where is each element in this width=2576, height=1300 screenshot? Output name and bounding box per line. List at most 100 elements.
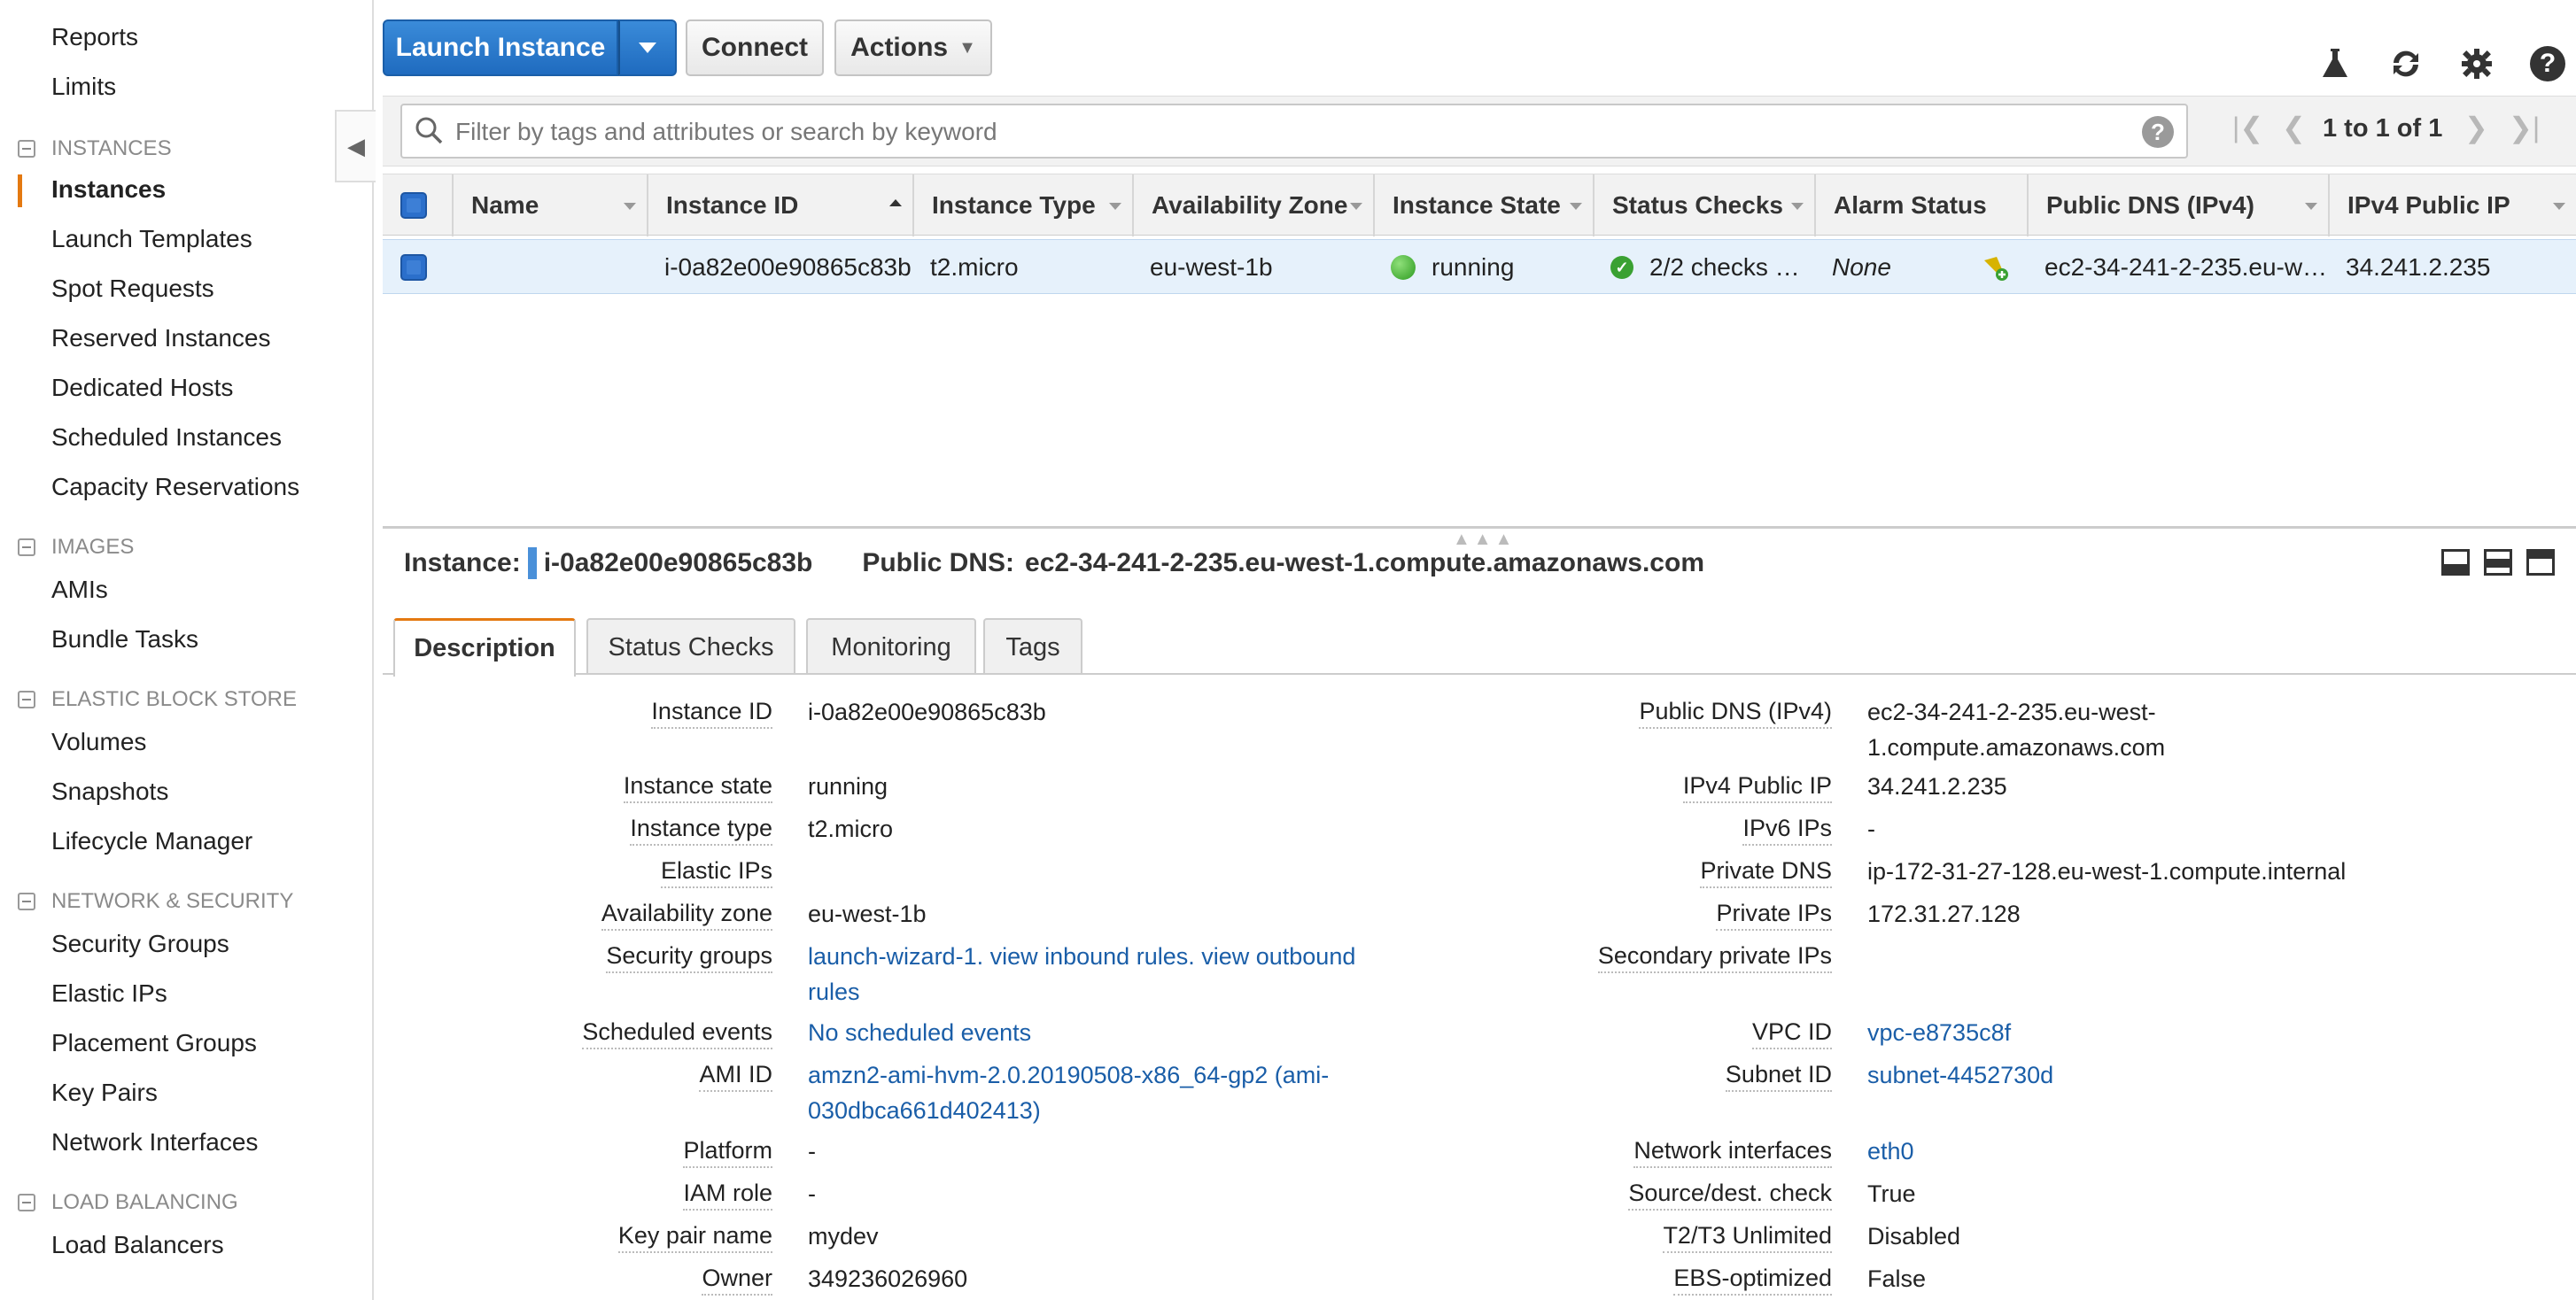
value-key-pair-name: mydev xyxy=(808,1223,879,1250)
sidebar-item-instances[interactable]: Instances xyxy=(51,175,166,204)
sidebar-item-load-balancers[interactable]: Load Balancers xyxy=(51,1231,224,1259)
label-owner: Owner xyxy=(702,1265,772,1296)
sidebar-section-network[interactable]: NETWORK & SECURITY xyxy=(18,889,293,914)
sidebar-item-reports[interactable]: Reports xyxy=(51,23,138,51)
value-platform: - xyxy=(808,1138,816,1165)
collapse-icon[interactable] xyxy=(18,1194,35,1211)
value-vpc-id[interactable]: vpc-e8735c8f xyxy=(1867,1015,2011,1050)
tab-status-checks[interactable]: Status Checks xyxy=(586,618,795,675)
tab-description[interactable]: Description xyxy=(393,618,576,677)
search-icon xyxy=(415,117,443,144)
first-page-icon[interactable]: |❮ xyxy=(2232,111,2263,144)
sidebar-item-capacity-reservations[interactable]: Capacity Reservations xyxy=(51,473,299,501)
value-ebs-optimized: False xyxy=(1867,1265,1927,1292)
column-status-checks[interactable]: Status Checks xyxy=(1593,174,1814,236)
sidebar-section-instances[interactable]: INSTANCES xyxy=(18,136,172,161)
row-checkbox[interactable] xyxy=(400,254,427,281)
sidebar-item-limits[interactable]: Limits xyxy=(51,73,116,101)
active-indicator xyxy=(18,174,22,207)
launch-instance-button[interactable]: Launch Instance xyxy=(383,19,618,76)
value-scheduled-events[interactable]: No scheduled events xyxy=(808,1015,1031,1050)
value-ami-id[interactable]: amzn2-ami-hvm-2.0.20190508-x86_64-gp2 (a… xyxy=(808,1057,1357,1128)
layout-bottom-icon[interactable] xyxy=(2441,549,2470,576)
sidebar-item-network-interfaces[interactable]: Network Interfaces xyxy=(51,1128,258,1157)
sidebar-item-lifecycle-manager[interactable]: Lifecycle Manager xyxy=(51,827,252,855)
help-icon[interactable]: ? xyxy=(2142,116,2174,148)
column-ipv4-public-ip[interactable]: IPv4 Public IP xyxy=(2328,174,2576,236)
gear-icon[interactable] xyxy=(2457,44,2496,83)
cell-status-checks: ✓ 2/2 checks … xyxy=(1610,240,1814,295)
value-network-interfaces[interactable]: eth0 xyxy=(1867,1134,1914,1169)
sidebar-item-scheduled-instances[interactable]: Scheduled Instances xyxy=(51,423,282,452)
sidebar-item-security-groups[interactable]: Security Groups xyxy=(51,930,229,958)
layout-top-icon[interactable] xyxy=(2526,549,2555,576)
value-instance-state: running xyxy=(808,773,888,800)
value-ipv4-public-ip: 34.241.2.235 xyxy=(1867,773,2007,800)
sidebar-section-images[interactable]: IMAGES xyxy=(18,535,134,560)
collapse-icon[interactable] xyxy=(18,538,35,556)
cell-instance-state: running xyxy=(1391,240,1593,295)
check-icon: ✓ xyxy=(1610,256,1633,279)
label-iam-role: IAM role xyxy=(683,1180,772,1211)
column-instance-state[interactable]: Instance State xyxy=(1373,174,1593,236)
sidebar-item-snapshots[interactable]: Snapshots xyxy=(51,778,168,806)
sidebar-section-load-balancing[interactable]: LOAD BALANCING xyxy=(18,1190,238,1215)
sidebar-item-bundle-tasks[interactable]: Bundle Tasks xyxy=(51,625,198,654)
label-instance-id: Instance ID xyxy=(651,698,772,729)
tab-tags[interactable]: Tags xyxy=(983,618,1082,675)
sidebar-item-amis[interactable]: AMIs xyxy=(51,576,108,604)
column-alarm-status[interactable]: Alarm Status xyxy=(1814,174,2027,236)
sidebar-item-spot-requests[interactable]: Spot Requests xyxy=(51,275,214,303)
sidebar-item-key-pairs[interactable]: Key Pairs xyxy=(51,1079,158,1107)
sidebar-item-placement-groups[interactable]: Placement Groups xyxy=(51,1029,257,1057)
label-t2-t3-unlimited: T2/T3 Unlimited xyxy=(1663,1222,1832,1253)
help-icon[interactable]: ? xyxy=(2530,46,2565,81)
label-ipv4-public-ip: IPv4 Public IP xyxy=(1682,772,1832,803)
tab-monitoring[interactable]: Monitoring xyxy=(806,618,976,675)
value-availability-zone: eu-west-1b xyxy=(808,901,927,927)
label-platform: Platform xyxy=(683,1137,772,1168)
label-ebs-optimized: EBS-optimized xyxy=(1673,1265,1832,1296)
label-key-pair-name: Key pair name xyxy=(617,1222,772,1253)
filter-bar: ? |❮ ❮ 1 to 1 of 1 ❯ ❯| xyxy=(383,96,2576,166)
layout-split-icon[interactable] xyxy=(2484,549,2512,576)
sidebar-item-elastic-ips[interactable]: Elastic IPs xyxy=(51,979,167,1008)
actions-button[interactable]: Actions ▼ xyxy=(834,19,992,76)
running-status-icon xyxy=(1391,255,1416,280)
table-row[interactable]: i-0a82e00e90865c83b t2.micro eu-west-1b … xyxy=(383,239,2576,294)
column-instance-id[interactable]: Instance ID xyxy=(647,174,912,236)
select-all-checkbox[interactable] xyxy=(400,192,427,219)
cell-name xyxy=(469,240,647,295)
label-ipv6-ips: IPv6 IPs xyxy=(1742,815,1832,846)
column-name[interactable]: Name xyxy=(452,174,647,236)
column-availability-zone[interactable]: Availability Zone xyxy=(1132,174,1373,236)
search-input[interactable] xyxy=(455,112,2121,151)
value-owner: 349236026960 xyxy=(808,1265,968,1292)
bell-icon[interactable] xyxy=(1979,240,2018,295)
refresh-icon[interactable] xyxy=(2386,44,2425,83)
value-t2-t3-unlimited: Disabled xyxy=(1867,1223,1961,1250)
flask-icon[interactable] xyxy=(2316,44,2355,83)
collapse-icon[interactable] xyxy=(18,691,35,708)
value-subnet-id[interactable]: subnet-4452730d xyxy=(1867,1057,2053,1093)
search-box: ? xyxy=(400,104,2188,159)
pane-divider[interactable] xyxy=(383,526,2576,529)
last-page-icon[interactable]: ❯| xyxy=(2509,111,2540,144)
value-public-dns: ec2-34-241-2-235.eu-west-1.compute.amazo… xyxy=(1867,699,2166,761)
launch-dropdown-button[interactable] xyxy=(618,19,677,76)
next-page-icon[interactable]: ❯ xyxy=(2464,111,2488,144)
sidebar-item-reserved-instances[interactable]: Reserved Instances xyxy=(51,324,270,352)
value-ipv6-ips: - xyxy=(1867,816,1875,842)
column-public-dns[interactable]: Public DNS (IPv4) xyxy=(2027,174,2328,236)
collapse-icon[interactable] xyxy=(18,140,35,158)
sidebar-item-dedicated-hosts[interactable]: Dedicated Hosts xyxy=(51,374,233,402)
prev-page-icon[interactable]: ❮ xyxy=(2282,111,2306,144)
sidebar-item-launch-templates[interactable]: Launch Templates xyxy=(51,225,252,253)
column-instance-type[interactable]: Instance Type xyxy=(912,174,1132,236)
collapse-icon[interactable] xyxy=(18,893,35,910)
sidebar-item-volumes[interactable]: Volumes xyxy=(51,728,146,756)
sidebar-collapse-button[interactable]: ◀ xyxy=(335,110,376,182)
value-security-groups[interactable]: launch-wizard-1. view inbound rules. vie… xyxy=(808,939,1375,1010)
sidebar-section-ebs[interactable]: ELASTIC BLOCK STORE xyxy=(18,687,297,712)
connect-button[interactable]: Connect xyxy=(686,19,824,76)
